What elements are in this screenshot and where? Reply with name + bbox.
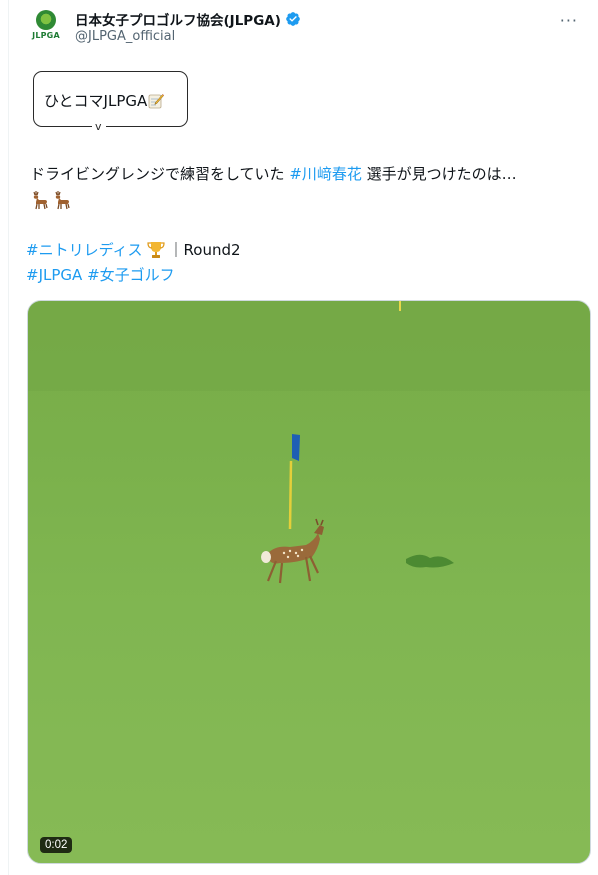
post-header: JLPGA 日本女子プロゴルフ協会(JLPGA) @JLPGA_official… [30,9,584,51]
video-frame [28,301,590,584]
trophy-icon [146,242,165,258]
flagstick [288,460,293,530]
speech-bubble-text: ひとコマJLPGA [44,92,148,110]
memo-icon [148,93,165,108]
jlpga-logo-icon [36,10,56,30]
hashtag-womens-golf[interactable]: #女子ゴルフ [87,266,175,284]
speech-bubble: ひとコマJLPGA v [33,71,188,133]
timeline-divider [8,0,9,875]
video-duration-badge: 0:02 [40,837,73,853]
deer [261,518,324,584]
deer-icon [55,191,70,210]
post-text-before: ドライビングレンジで練習をしていた [30,165,290,183]
avatar-logo-text: JLPGA [32,31,60,40]
tags-line-1: #ニトリレディス ｜Round2 [26,238,241,262]
speech-bubble-content: ひとコマJLPGA [44,90,165,111]
deer-icon [33,191,48,210]
blue-flag [292,434,300,461]
post-body-text: ドライビングレンジで練習をしていた #川﨑春花 選手が見つけたのは… [30,162,585,186]
speech-bubble-tail-mark: v [95,120,102,133]
hashtag-nitori-ladies[interactable]: #ニトリレディス [26,238,143,262]
deer-emoji-row [30,190,72,210]
background-fairway [28,301,590,391]
author-display-name[interactable]: 日本女子プロゴルフ協会(JLPGA) [75,9,281,29]
author-handle[interactable]: @JLPGA_official [75,29,175,44]
hashtag-jlpga[interactable]: #JLPGA [26,266,82,284]
round-label: ｜Round2 [168,241,241,259]
video-player[interactable]: 0:02 [27,300,591,864]
verified-badge-icon [286,12,300,26]
grass-clump [406,554,454,568]
author-name-row[interactable]: 日本女子プロゴルフ協会(JLPGA) [75,9,301,29]
tags-line-2: #JLPGA #女子ゴルフ [26,263,175,287]
post-text-after: 選手が見つけたのは… [361,165,517,183]
hashtag-player-link[interactable]: #川﨑春花 [289,165,362,183]
avatar[interactable]: JLPGA [30,9,62,41]
more-options-icon[interactable]: ··· [560,11,578,30]
